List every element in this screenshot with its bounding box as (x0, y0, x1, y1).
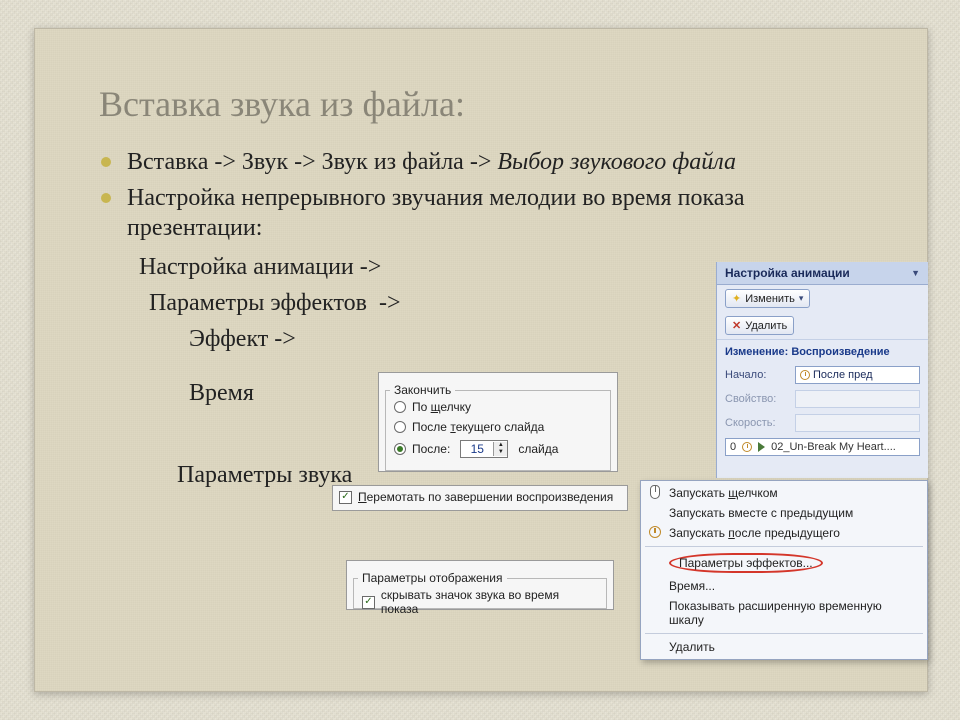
menu-show-advanced-timeline[interactable]: Показывать расширенную временную шкалу (641, 596, 927, 630)
menu-start-with-previous[interactable]: Запускать вместе с предыдущим (641, 503, 927, 523)
bullet-1-text-a: Вставка -> Звук -> Звук из файла -> (127, 149, 497, 175)
sound-params-panel: Параметры отображения ✓ скрывать значок … (346, 560, 614, 610)
mouse-icon (647, 485, 663, 502)
radio-icon-checked (394, 443, 406, 455)
menu-show-advanced-timeline-label: Показывать расширенную временную шкалу (669, 599, 913, 627)
change-effect-label: Изменить (745, 293, 795, 305)
task-pane-header: Настройка анимации ▼ (717, 262, 928, 285)
hide-icon-checkbox[interactable]: ✓ (362, 596, 375, 609)
effect-end-legend: Закончить (390, 383, 455, 397)
animation-list-item[interactable]: 0 02_Un-Break My Heart.... (725, 438, 920, 456)
menu-effect-options[interactable]: Параметры эффектов... (641, 550, 927, 576)
menu-effect-options-label: Параметры эффектов... (679, 556, 813, 570)
property-label: Свойство: (725, 393, 795, 405)
radio-icon (394, 421, 406, 433)
speed-label: Скорость: (725, 417, 795, 429)
slides-spinner-value: 15 (461, 442, 493, 456)
task-pane-title: Настройка анимации (725, 266, 850, 280)
task-pane-section: Изменение: Воспроизведение (717, 339, 928, 362)
radio-icon (394, 401, 406, 413)
property-dropdown (795, 390, 920, 408)
spinner-down-icon[interactable]: ▼ (494, 449, 507, 456)
start-value: После пред (813, 369, 873, 381)
item-index: 0 (730, 441, 736, 453)
menu-delete-label: Удалить (669, 640, 715, 654)
rewind-panel: ✓ Перемотать по завершении воспроизведен… (332, 485, 628, 511)
play-icon (758, 442, 765, 452)
sound-params-legend: Параметры отображения (358, 571, 507, 585)
radio-after-n-slides[interactable]: После: 15 ▲▼ слайда (386, 437, 610, 461)
hide-icon-label: скрывать значок звука во время показа (381, 588, 598, 616)
menu-delete[interactable]: Удалить (641, 637, 927, 657)
menu-separator (645, 633, 923, 634)
rewind-checkbox[interactable]: ✓ (339, 491, 352, 504)
menu-start-after-previous[interactable]: Запускать после предыдущего (641, 523, 927, 543)
chevron-down-icon: ▾ (799, 293, 804, 304)
item-name: 02_Un-Break My Heart.... (771, 441, 896, 453)
radio-after-current-slide[interactable]: После текущего слайда (386, 417, 610, 437)
delete-effect-button[interactable]: ✕ Удалить (725, 316, 794, 335)
slides-spinner[interactable]: 15 ▲▼ (460, 440, 508, 458)
bullet-2: Настройка непрерывного звучания мелодии … (99, 183, 863, 243)
menu-start-with-previous-label: Запускать вместе с предыдущим (669, 506, 853, 520)
start-dropdown[interactable]: После пред (795, 366, 920, 384)
bullet-list: Вставка -> Звук -> Звук из файла -> Выбо… (99, 147, 863, 243)
bullet-1: Вставка -> Звук -> Звук из файла -> Выбо… (99, 147, 863, 177)
bullet-1-text-b: Выбор звукового файла (497, 149, 736, 175)
spinner-up-icon[interactable]: ▲ (494, 442, 507, 449)
effect-end-panel: Закончить По щелчку После текущего слайд… (378, 372, 618, 472)
slide-title: Вставка звука из файла: (99, 83, 863, 125)
radio-after-label: После: (412, 442, 450, 456)
context-menu: Запускать щелчком Запускать вместе с пре… (640, 480, 928, 660)
menu-separator (645, 546, 923, 547)
radio-on-click[interactable]: По щелчку (386, 397, 610, 417)
star-icon: ✦ (732, 292, 741, 305)
speed-dropdown (795, 414, 920, 432)
highlight-oval: Параметры эффектов... (669, 553, 823, 573)
clock-icon (742, 442, 752, 452)
clock-icon (647, 526, 663, 541)
animation-task-pane: Настройка анимации ▼ ✦ Изменить ▾ ✕ Удал… (716, 262, 928, 478)
start-label: Начало: (725, 369, 795, 381)
menu-timing[interactable]: Время... (641, 576, 927, 596)
change-effect-button[interactable]: ✦ Изменить ▾ (725, 289, 810, 308)
task-pane-dropdown-icon[interactable]: ▼ (911, 268, 920, 278)
slides-spinner-suffix: слайда (518, 442, 558, 456)
clock-icon (800, 370, 810, 380)
delete-effect-label: Удалить (745, 320, 787, 332)
menu-start-on-click[interactable]: Запускать щелчком (641, 483, 927, 503)
menu-timing-label: Время... (669, 579, 715, 593)
delete-icon: ✕ (732, 319, 741, 332)
